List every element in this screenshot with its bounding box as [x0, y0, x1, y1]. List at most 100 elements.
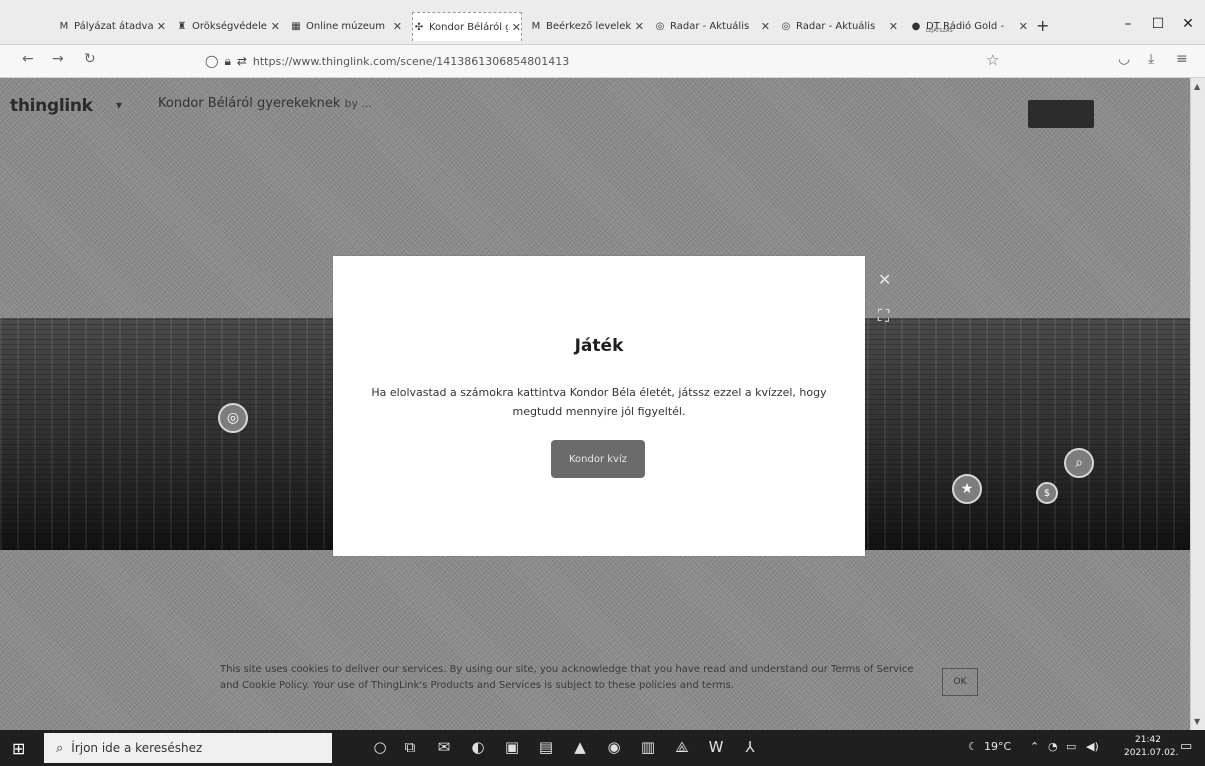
scene-title-text: Kondor Béláról gyerekeknek — [158, 96, 341, 111]
bookmark-star-icon[interactable]: ☆ — [986, 51, 999, 69]
star-hotspot-icon[interactable]: ★ — [952, 474, 982, 504]
scroll-up-icon[interactable]: ▲ — [1194, 82, 1200, 91]
browser-tab-title: Radar - Aktuális — [796, 20, 876, 32]
lock-icon[interactable]: 🔒︎ — [224, 54, 230, 69]
edge-icon[interactable]: ◐ — [466, 738, 490, 756]
browser-tab[interactable]: ◎ Radar - Aktuális ✕ — [654, 14, 770, 38]
quiz-button[interactable]: Kondor kvíz — [551, 440, 645, 478]
scene-title: Kondor Béláról gyerekeknek by ... — [158, 96, 372, 111]
close-window-button[interactable]: ✕ — [1176, 16, 1200, 32]
file-explorer-icon[interactable]: ▥ — [636, 738, 660, 756]
radar-icon: ◎ — [781, 20, 791, 32]
fullscreen-icon[interactable]: ⛶ — [878, 306, 889, 326]
thinglink-icon: ✣ — [414, 21, 424, 33]
radar-icon: ◎ — [655, 20, 665, 32]
maximize-button[interactable]: ☐ — [1146, 16, 1170, 32]
clock-date: 2021.07.02. — [1124, 748, 1179, 758]
close-tab-icon[interactable]: ✕ — [1019, 20, 1028, 33]
scene-author: by ... — [344, 97, 372, 110]
header-action-button[interactable] — [1028, 100, 1094, 128]
navigation-bar: ← → ↻ ◯ 🔒︎ ⇄ https://www.thinglink.com/s… — [0, 45, 1205, 78]
close-tab-icon[interactable]: ✕ — [889, 20, 898, 33]
cookie-ok-button[interactable]: OK — [942, 668, 978, 696]
browser-tab[interactable]: ♜ Örökségvédelem ✕ — [176, 14, 280, 38]
close-icon[interactable]: ✕ — [878, 270, 891, 289]
hotspot-icon[interactable]: $ — [1036, 482, 1058, 504]
search-icon: ⌕ — [56, 740, 64, 756]
network-icon[interactable]: ◔ — [1048, 740, 1058, 753]
windows-start-icon[interactable]: ⊞ — [12, 739, 25, 758]
browser-tab[interactable]: ● DT Rádió Gold - LEJÁTSZÁS ✕ — [910, 14, 1028, 38]
cookie-notice: This site uses cookies to deliver our se… — [220, 664, 914, 691]
close-tab-icon[interactable]: ✕ — [393, 20, 402, 33]
close-tab-icon[interactable]: ✕ — [512, 21, 521, 34]
pdf-reader-icon[interactable]: ⅄ — [738, 738, 762, 756]
cortana-icon[interactable]: ○ — [368, 738, 392, 756]
firefox-icon[interactable]: ◉ — [602, 738, 626, 756]
browser-tab-title: Örökségvédelem — [192, 20, 267, 32]
browser-tab-title: Beérkező levelek — [546, 20, 631, 32]
tab-subtext: LEJÁTSZÁS — [926, 28, 953, 34]
back-icon[interactable]: ← — [22, 51, 34, 67]
page-content: thinglink ▾ Kondor Béláról gyerekeknek b… — [0, 78, 1190, 730]
mail-app-icon[interactable]: ✉ — [432, 738, 456, 756]
thinglink-logo[interactable]: thinglink — [10, 96, 93, 116]
browser-tab-title: Radar - Aktuális — [670, 20, 750, 32]
scroll-down-icon[interactable]: ▼ — [1194, 717, 1200, 726]
browser-tab[interactable]: M Beérkező levelek ✕ — [530, 14, 644, 38]
mail-icon: M — [531, 20, 541, 32]
address-bar[interactable]: ◯ 🔒︎ ⇄ https://www.thinglink.com/scene/1… — [205, 50, 1025, 72]
acrobat-icon[interactable]: ⟁ — [670, 738, 694, 756]
download-icon[interactable]: ⤓ — [1148, 51, 1154, 67]
browser-tab-title: Online múzeum — [306, 20, 385, 32]
word-icon[interactable]: W — [704, 738, 728, 756]
permissions-icon[interactable]: ⇄ — [237, 54, 247, 68]
clock-time: 21:42 — [1135, 735, 1161, 745]
tracking-shield-icon[interactable]: ◯ — [205, 54, 218, 68]
browser-tab-strip: M Pályázat átadva - ✕ ♜ Örökségvédelem ✕ ▦ Onli… — [0, 0, 1205, 45]
hotspot-icon[interactable]: ◎ — [218, 403, 248, 433]
museum-icon: ▦ — [291, 20, 301, 32]
tray-chevron-icon[interactable]: ⌃ — [1030, 740, 1039, 753]
weather-moon-icon[interactable]: ☾ — [968, 740, 978, 753]
volume-icon[interactable]: ◀) — [1086, 740, 1099, 753]
chevron-down-icon[interactable]: ▾ — [116, 98, 122, 112]
notification-icon[interactable]: ▭ — [1180, 739, 1192, 754]
close-tab-icon[interactable]: ✕ — [157, 20, 166, 33]
vlc-icon[interactable]: ▲ — [568, 738, 592, 756]
page-scrollbar[interactable]: ▲ ▼ — [1190, 78, 1205, 730]
url-text[interactable]: https://www.thinglink.com/scene/14138613… — [253, 55, 569, 68]
thinglink-header: thinglink ▾ Kondor Béláról gyerekeknek b… — [0, 78, 1190, 128]
game-modal: Játék Ha elolvastad a számokra kattintva… — [333, 256, 865, 556]
taskbar-search-box[interactable]: ⌕ Írjon ide a kereséshez — [44, 733, 332, 763]
display-icon[interactable]: ▭ — [1066, 740, 1076, 753]
taskbar-clock[interactable]: 21:42 2021.07.02. — [1124, 734, 1179, 760]
browser-tab[interactable]: ◎ Radar - Aktuális ✕ — [780, 14, 898, 38]
browser-tab[interactable]: ✣ Kondor Béláról g ✕ — [412, 12, 522, 41]
mail-icon: M — [59, 20, 69, 32]
search-hotspot-icon[interactable]: ⌕ — [1064, 448, 1094, 478]
forward-icon[interactable]: → — [52, 51, 64, 67]
modal-title: Játék — [574, 336, 624, 356]
reload-icon[interactable]: ↻ — [84, 51, 96, 67]
radio-icon: ● — [911, 20, 921, 32]
temperature-label[interactable]: 19°C — [984, 740, 1011, 753]
search-placeholder: Írjon ide a kereséshez — [71, 741, 203, 755]
browser-tab[interactable]: ▦ Online múzeum ✕ — [290, 14, 402, 38]
photos-icon[interactable]: ▣ — [500, 738, 524, 756]
close-tab-icon[interactable]: ✕ — [635, 20, 644, 33]
task-view-icon[interactable]: ⧉ — [398, 738, 422, 756]
new-tab-button[interactable]: + — [1036, 16, 1049, 35]
pocket-icon[interactable]: ◡ — [1118, 51, 1130, 67]
windows-taskbar: ⊞ ⌕ Írjon ide a kereséshez ○ ⧉ ✉ ◐ ▣ ▤ ▲… — [0, 730, 1205, 766]
browser-tab[interactable]: M Pályázat átadva - ✕ — [58, 14, 166, 38]
minimize-button[interactable]: – — [1116, 16, 1140, 32]
close-tab-icon[interactable]: ✕ — [271, 20, 280, 33]
modal-description: Ha elolvastad a számokra kattintva Kondo… — [371, 386, 827, 418]
menu-icon[interactable]: ≡ — [1176, 51, 1188, 67]
browser-tab-title: Pályázat átadva - — [74, 20, 153, 32]
browser-tab-title: Kondor Béláról g — [429, 21, 508, 33]
close-tab-icon[interactable]: ✕ — [761, 20, 770, 33]
calculator-icon[interactable]: ▤ — [534, 738, 558, 756]
shield-tab-icon: ♜ — [177, 20, 187, 32]
